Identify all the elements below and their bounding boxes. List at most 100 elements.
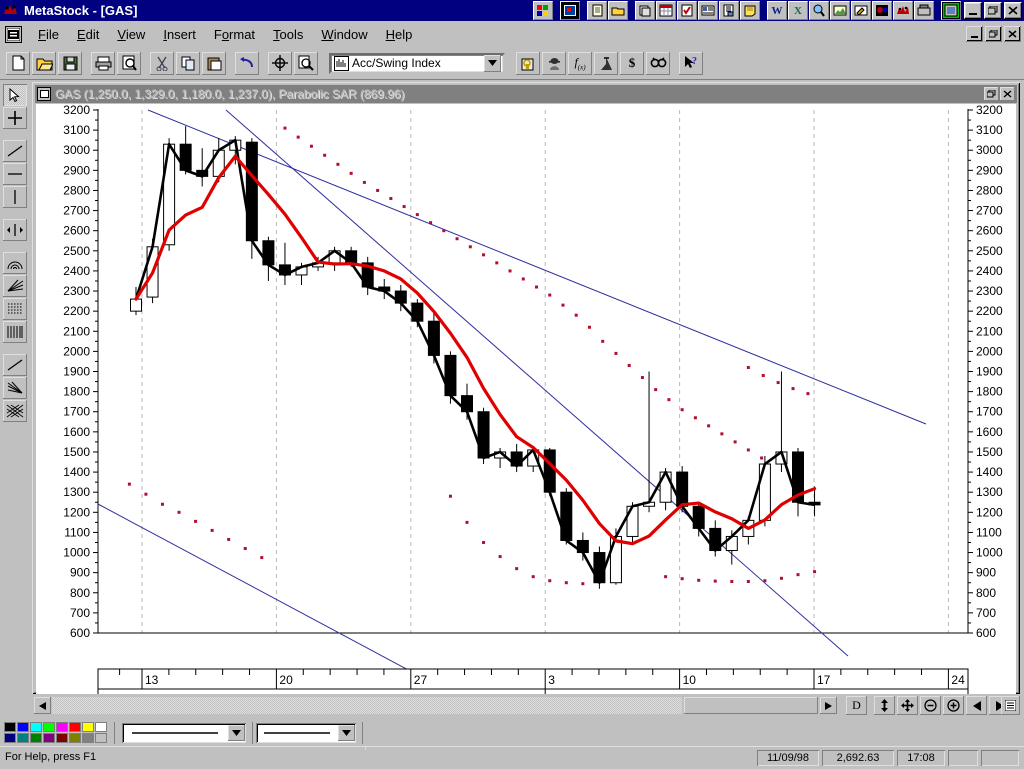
calendar-icon[interactable] [656,1,676,20]
function-button[interactable]: f(x) [568,51,592,75]
print-button[interactable] [91,51,115,75]
windows-logo-icon[interactable] [533,1,553,20]
notepad-icon[interactable] [587,1,607,20]
new-file-button[interactable] [6,51,30,75]
indicator-dropdown[interactable]: Acc/Swing Index [329,52,505,74]
swatch-yellow[interactable] [82,722,94,732]
mdi-minimize-button[interactable] [966,26,983,42]
date-button[interactable]: D [846,696,867,715]
line-style-dropdown-1[interactable] [122,723,246,743]
checklist-icon[interactable] [677,1,697,20]
word-icon[interactable]: W [767,1,787,20]
speed-resistance-line-tool[interactable] [3,354,27,376]
security-button[interactable] [516,51,540,75]
chart-system-menu-icon[interactable] [37,87,51,101]
expert-advisor-button[interactable] [542,51,566,75]
swatch-green[interactable] [43,722,55,732]
chart-window-title-bar[interactable]: GAS (1,250.0, 1,329.0, 1,180.0, 1,237.0)… [35,85,1017,103]
trendline-tool[interactable] [3,140,27,162]
magnifier-icon[interactable] [809,1,829,20]
copy-button[interactable] [176,51,200,75]
chevron-down-icon-line-style-1[interactable] [228,725,245,741]
swatch-purple[interactable] [43,733,55,743]
swatch-black[interactable] [4,722,16,732]
pan-button[interactable] [897,696,918,715]
image-viewer-icon[interactable] [830,1,850,20]
vertical-resize-button[interactable] [874,696,895,715]
swatch-dark-green[interactable] [30,733,42,743]
mdi-document-icon[interactable] [5,25,22,43]
zoom-in-button[interactable] [943,696,964,715]
context-help-button[interactable]: ? [679,51,703,75]
mdi-restore-button[interactable] [985,26,1002,42]
paste-button[interactable] [202,51,226,75]
close-button[interactable] [1004,2,1022,19]
andrews-pitchfork-tool[interactable] [3,377,27,399]
cycle-lines-tool[interactable] [3,400,27,422]
standard-error-channel-tool[interactable] [3,219,27,241]
chevron-down-icon[interactable] [484,54,501,72]
save-file-button[interactable] [58,51,82,75]
scrollbar-right-button[interactable] [820,697,837,714]
explorer-search-button[interactable] [646,51,670,75]
folder-open-icon[interactable] [608,1,628,20]
menu-window[interactable]: Window [312,25,376,44]
swatch-magenta[interactable] [56,722,68,732]
system-test-button[interactable] [594,51,618,75]
swatch-silver[interactable] [95,733,107,743]
color-swatches[interactable] [4,722,107,743]
menu-help[interactable]: Help [377,25,422,44]
menu-view[interactable]: View [108,25,154,44]
swatch-white[interactable] [95,722,107,732]
undo-button[interactable] [235,51,259,75]
open-file-button[interactable] [32,51,56,75]
scroll-left-button[interactable] [966,696,987,715]
cut-button[interactable] [150,51,174,75]
report-icon[interactable] [719,1,739,20]
menu-format[interactable]: Format [205,25,264,44]
fibonacci-time-zones-tool[interactable] [3,321,27,343]
currency-button[interactable]: $ [620,51,644,75]
scrollbar-thumb[interactable] [684,697,818,714]
swatch-olive[interactable] [69,733,81,743]
crosshair-tool[interactable] [3,107,27,129]
fibonacci-arcs-tool[interactable] [3,252,27,274]
scrollbar-left-button[interactable] [34,697,51,714]
print-preview-button[interactable] [117,51,141,75]
chart-close-button[interactable] [1000,87,1015,101]
contacts-icon[interactable] [698,1,718,20]
line-width-dropdown-2[interactable] [256,723,356,743]
zoom-chart-button[interactable] [294,51,318,75]
scrollbar-track-left[interactable] [52,697,682,714]
display-icon[interactable] [560,1,580,20]
scanner-icon[interactable] [914,1,934,20]
swatch-cyan[interactable] [30,722,42,732]
fibonacci-fan-tool[interactable] [3,275,27,297]
metastock-icon[interactable] [893,1,913,20]
vertical-line-tool[interactable] [3,186,27,208]
crosshair-button[interactable] [268,51,292,75]
chart-plot-area[interactable]: 3200 3200 3100 3100 3000 3000 2900 2900 2800 2800… [36,104,1016,669]
restore-button[interactable] [984,2,1002,19]
swatch-teal[interactable] [17,733,29,743]
swatch-navy[interactable] [4,733,16,743]
minimize-button[interactable] [964,2,982,19]
chart-restore-button[interactable] [984,87,999,101]
pointer-tool[interactable] [3,84,27,106]
menu-edit[interactable]: Edit [68,25,108,44]
chevron-down-icon-line-width-2[interactable] [338,725,355,741]
swatch-maroon[interactable] [56,733,68,743]
swatch-gray[interactable] [82,733,94,743]
downloader-icon[interactable] [872,1,892,20]
paint-icon[interactable] [851,1,871,20]
excel-icon[interactable]: X [788,1,808,20]
swatch-blue[interactable] [17,722,29,732]
menu-tools[interactable]: Tools [264,25,312,44]
swatch-red[interactable] [69,722,81,732]
notes-icon[interactable] [740,1,760,20]
list-button[interactable] [1001,696,1020,715]
zoom-out-button[interactable] [920,696,941,715]
explorer-icon[interactable] [941,1,961,20]
menu-insert[interactable]: Insert [154,25,205,44]
documents-icon[interactable] [635,1,655,20]
